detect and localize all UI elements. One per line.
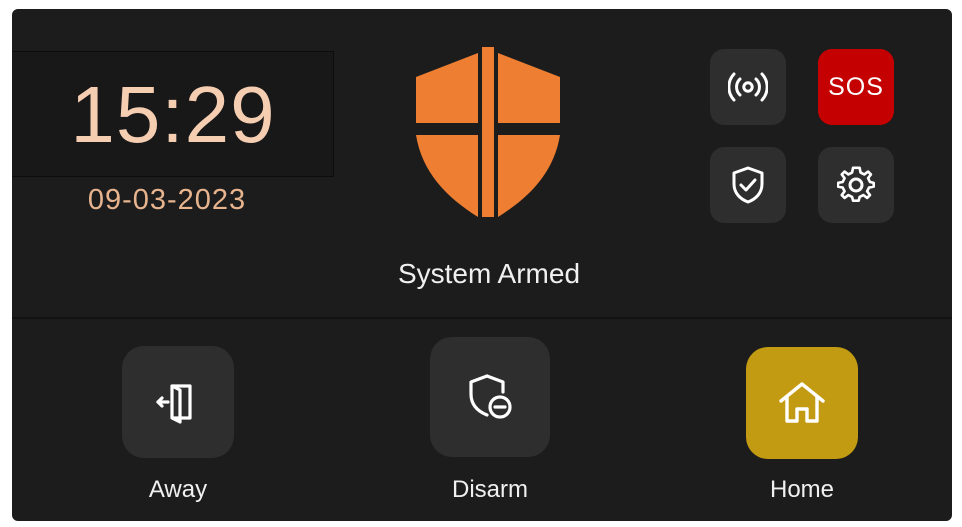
- house-icon: [779, 382, 825, 423]
- wireless-signal-icon: [728, 72, 768, 102]
- settings-button[interactable]: [818, 147, 894, 223]
- system-status-text: System Armed: [397, 258, 581, 289]
- section-divider: [12, 317, 952, 319]
- clock-time: 15:29: [70, 70, 276, 159]
- disarm-mode-button[interactable]: [430, 337, 550, 457]
- clock-date: 09-03-2023: [87, 184, 247, 216]
- away-mode-label: Away: [148, 476, 208, 503]
- shield-status-button[interactable]: [710, 147, 786, 223]
- disarm-mode-label: Disarm: [452, 476, 528, 503]
- home-mode-button[interactable]: [746, 347, 858, 459]
- door-exit-icon: [156, 384, 192, 424]
- shield-logo-icon: [416, 47, 560, 217]
- wireless-signal-button[interactable]: [710, 49, 786, 125]
- alarm-panel-screen: 15:29 09-03-2023 System Armed SOS Away D…: [12, 9, 952, 521]
- sos-button[interactable]: SOS: [818, 49, 894, 125]
- clock-panel: 15:29: [12, 51, 334, 177]
- away-mode-button[interactable]: [122, 346, 234, 458]
- shield-check-icon: [732, 166, 764, 204]
- shield-minus-icon: [469, 374, 512, 419]
- sos-label: SOS: [828, 72, 884, 101]
- gear-icon: [837, 166, 875, 203]
- home-mode-label: Home: [769, 476, 835, 503]
